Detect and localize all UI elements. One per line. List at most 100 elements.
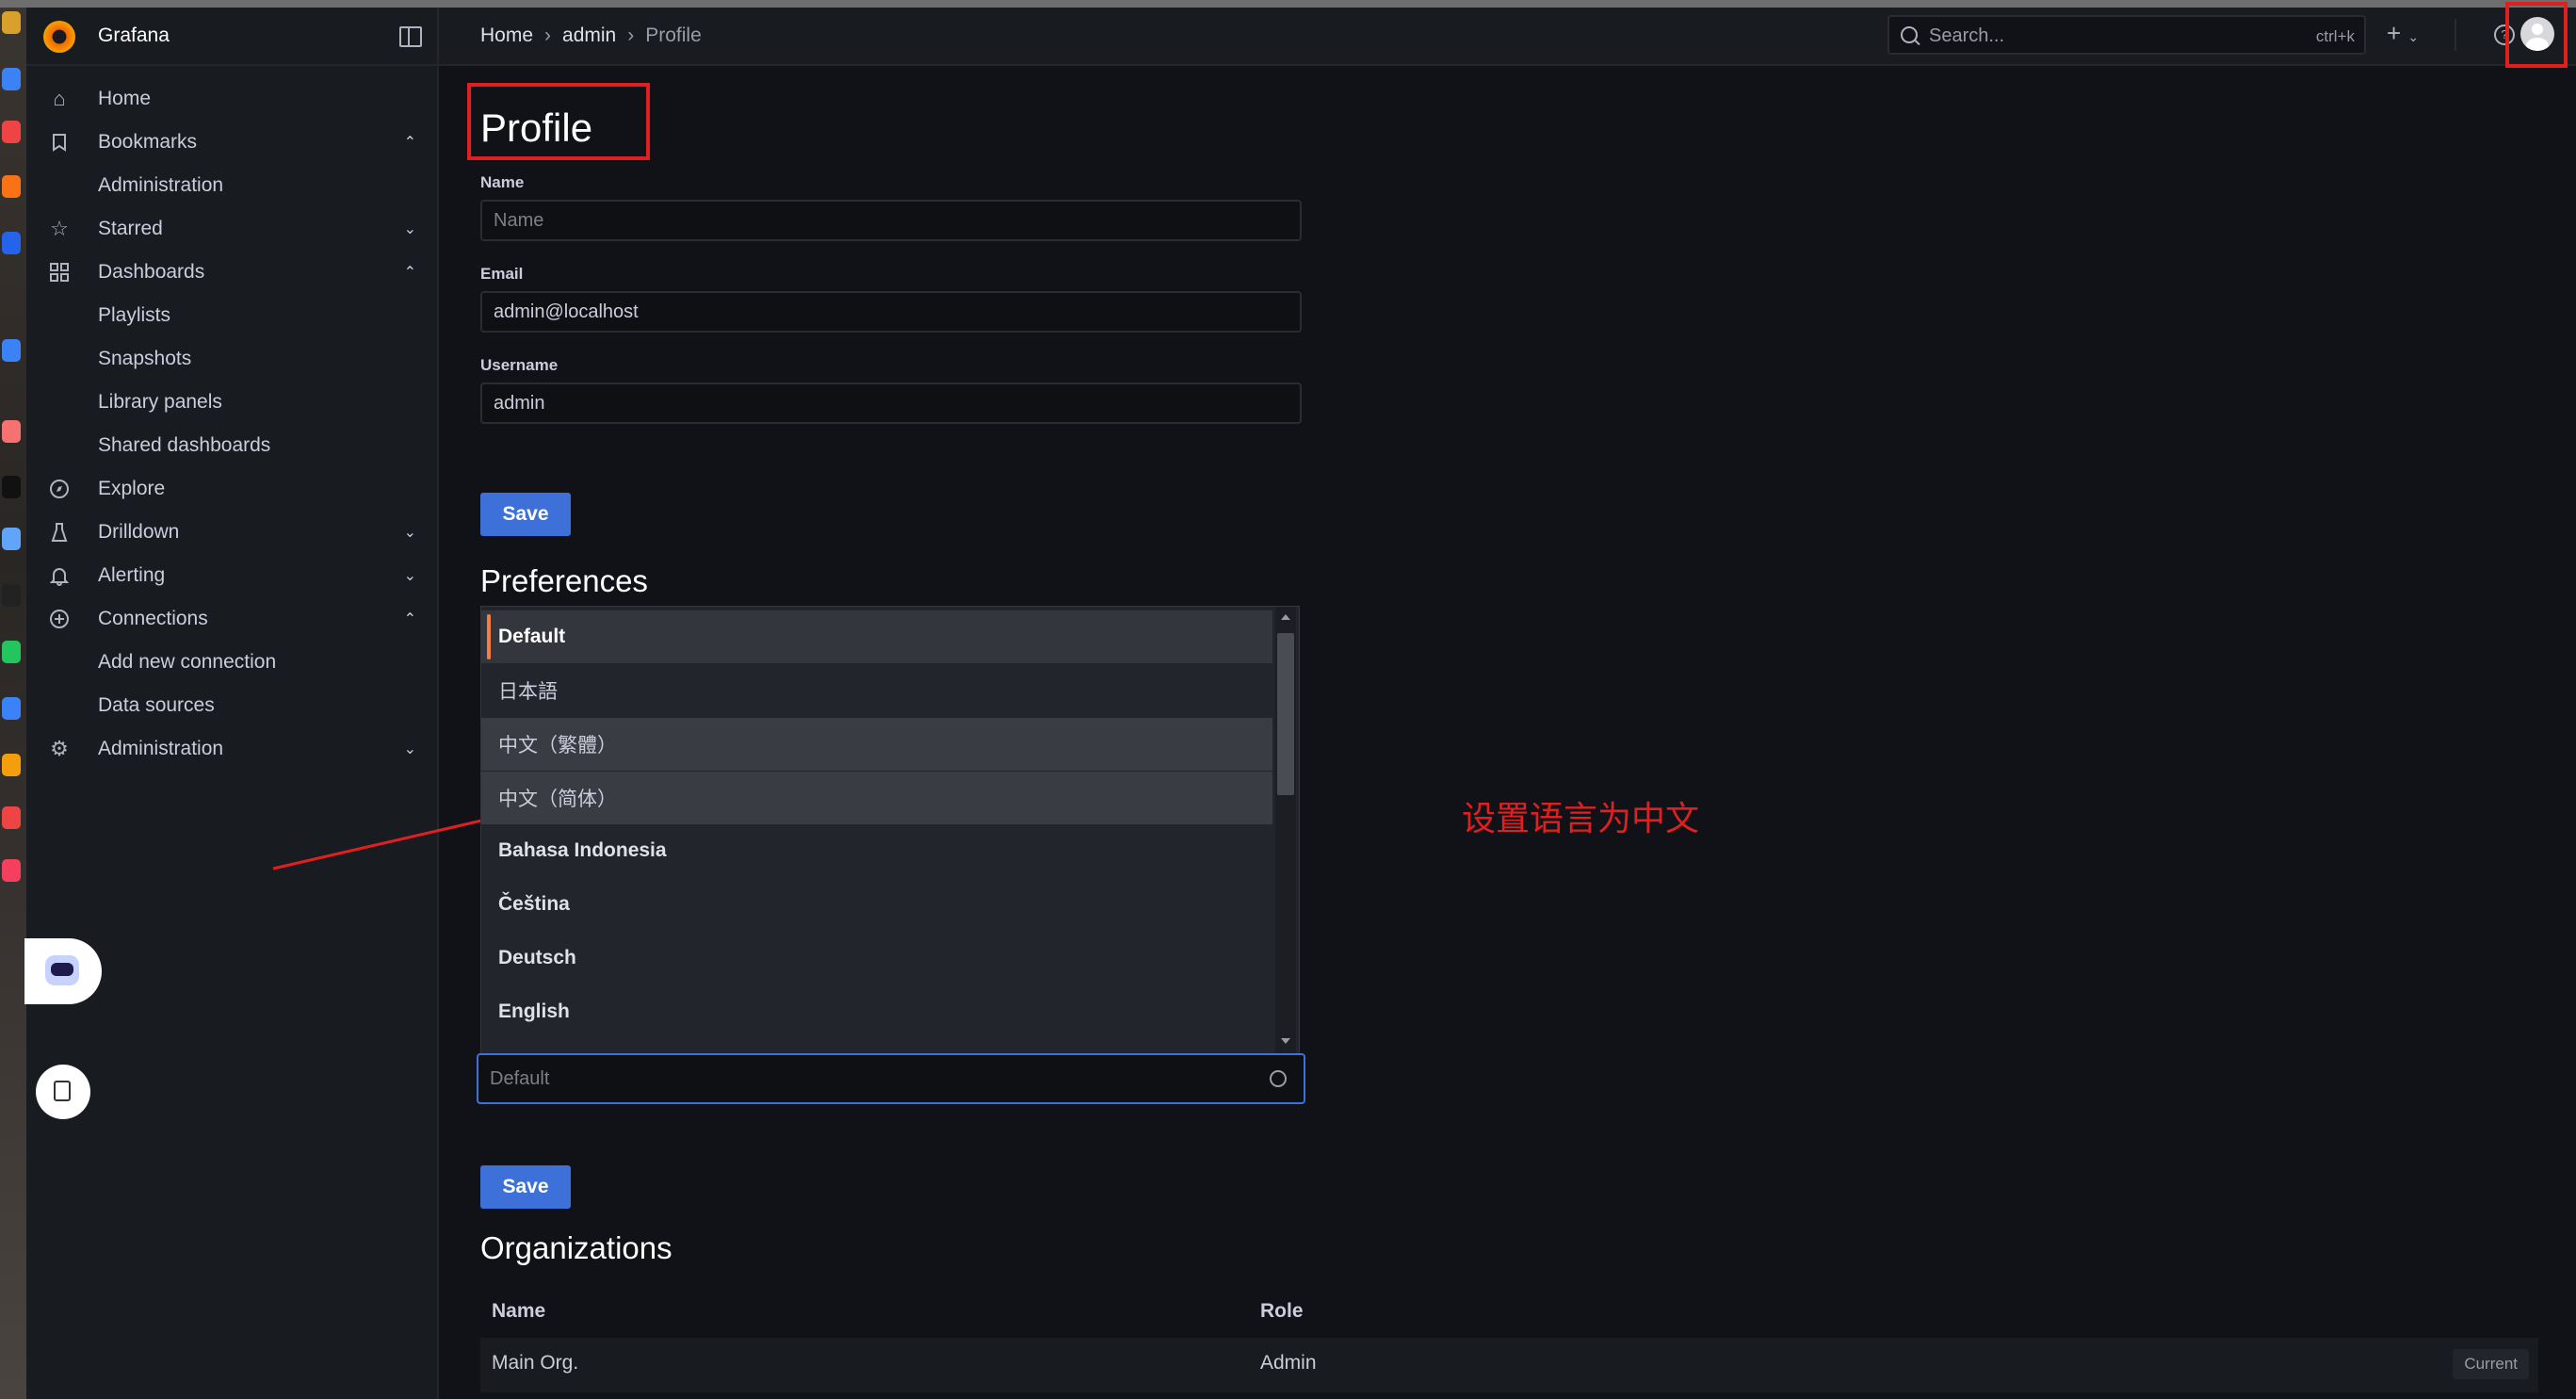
dock-app-icon[interactable] xyxy=(2,584,21,607)
save-profile-button[interactable]: Save xyxy=(480,493,571,536)
preferences-title: Preferences xyxy=(480,563,648,598)
sidebar-item-label: Data sources xyxy=(98,694,215,716)
chevron-up-icon[interactable]: ⌃ xyxy=(404,133,416,152)
chevron-up-icon[interactable]: ⌃ xyxy=(404,610,416,628)
breadcrumb: Home › admin › Profile xyxy=(480,24,702,47)
org-name: Main Org. xyxy=(492,1352,579,1374)
sidebar-item-alerting[interactable]: Alerting ⌄ xyxy=(26,554,437,597)
language-option[interactable]: 日本語 xyxy=(481,664,1272,717)
dock-app-icon[interactable] xyxy=(2,175,21,198)
username-input[interactable]: admin xyxy=(480,382,1302,424)
email-label: Email xyxy=(480,265,524,283)
chevron-up-icon[interactable]: ⌃ xyxy=(404,263,416,282)
search-icon xyxy=(1270,1070,1287,1087)
sidebar-item-bookmarks-administration[interactable]: Administration xyxy=(26,164,437,207)
language-option[interactable]: 中文（简体） xyxy=(481,772,1272,824)
language-option[interactable]: Deutsch xyxy=(481,932,1272,984)
notes-button[interactable] xyxy=(36,1065,90,1119)
search-shortcut: ctrl+k xyxy=(2315,27,2355,45)
dock-app-icon[interactable] xyxy=(2,420,21,443)
dock-app-icon[interactable] xyxy=(2,754,21,776)
sidebar-item-label: Snapshots xyxy=(98,348,192,369)
sidebar-item-connections[interactable]: Connections ⌃ xyxy=(26,597,437,641)
sidebar-item-bookmarks[interactable]: Bookmarks ⌃ xyxy=(26,121,437,164)
page-title: Profile xyxy=(480,106,593,150)
search-input[interactable]: Search... xyxy=(1929,25,2004,47)
chevron-down-icon[interactable]: ⌄ xyxy=(404,740,416,758)
breadcrumb-profile: Profile xyxy=(645,24,702,46)
dock-app-icon[interactable] xyxy=(2,121,21,143)
language-option[interactable]: Bahasa Indonesia xyxy=(481,824,1272,877)
chevron-down-icon[interactable]: ⌄ xyxy=(404,566,416,585)
organizations-title: Organizations xyxy=(480,1230,672,1265)
breadcrumb-home[interactable]: Home xyxy=(480,24,533,47)
sidebar-item-add-new-connection[interactable]: Add new connection xyxy=(26,641,437,684)
dock-app-icon[interactable] xyxy=(2,697,21,720)
search-bar[interactable]: Search... ctrl+k xyxy=(1887,15,2366,55)
sidebar-item-data-sources[interactable]: Data sources xyxy=(26,684,437,727)
sidebar-item-label: Administration xyxy=(98,174,224,196)
sidebar: ⌂ Home Bookmarks ⌃ Administration ☆ Star… xyxy=(24,66,439,1399)
sidebar-item-snapshots[interactable]: Snapshots xyxy=(26,337,437,381)
apps-icon xyxy=(47,260,72,285)
chevron-down-icon[interactable]: ⌄ xyxy=(404,220,416,238)
dock-app-icon[interactable] xyxy=(2,641,21,663)
scroll-up-arrow-icon[interactable] xyxy=(1281,614,1290,620)
connections-icon xyxy=(47,607,72,631)
sidebar-item-drilldown[interactable]: Drilldown ⌄ xyxy=(26,511,437,554)
dropdown-scrollbar-thumb[interactable] xyxy=(1277,633,1294,795)
breadcrumb-admin[interactable]: admin xyxy=(562,24,616,47)
sidebar-item-explore[interactable]: Explore xyxy=(26,467,437,511)
dock-app-icon[interactable] xyxy=(2,806,21,829)
sidebar-item-library-panels[interactable]: Library panels xyxy=(26,381,437,424)
sidebar-item-label: Alerting xyxy=(98,564,166,586)
sidebar-item-starred[interactable]: ☆ Starred ⌄ xyxy=(26,207,437,251)
current-badge: Current xyxy=(2453,1349,2529,1379)
sidebar-item-administration[interactable]: ⚙ Administration ⌄ xyxy=(26,727,437,771)
dock-app-icon[interactable] xyxy=(2,859,21,882)
bell-icon xyxy=(47,563,72,588)
home-icon: ⌂ xyxy=(53,87,66,110)
drilldown-icon xyxy=(47,520,72,545)
language-option[interactable]: 中文（繁體） xyxy=(481,718,1272,771)
sidebar-item-label: Playlists xyxy=(98,304,171,326)
sidebar-item-label: Library panels xyxy=(98,391,222,413)
chevron-right-icon: › xyxy=(627,24,635,46)
language-select-input[interactable]: Default xyxy=(477,1053,1305,1104)
user-avatar[interactable] xyxy=(2520,17,2554,51)
sidebar-item-label: Dashboards xyxy=(98,261,205,283)
search-icon-handle xyxy=(1914,39,1920,46)
sidebar-item-label: Explore xyxy=(98,478,166,499)
chevron-down-icon: ⌄ xyxy=(2407,29,2420,44)
assistant-robot-button[interactable] xyxy=(24,938,102,1004)
chevron-right-icon: › xyxy=(544,24,552,46)
dock-menu-icon[interactable] xyxy=(399,26,422,47)
sidebar-item-label: Add new connection xyxy=(98,651,277,673)
dock-app-icon[interactable] xyxy=(2,68,21,90)
chevron-down-icon[interactable]: ⌄ xyxy=(404,523,416,542)
dock-app-icon[interactable] xyxy=(2,11,21,34)
grafana-logo-icon[interactable] xyxy=(43,21,75,53)
email-input[interactable]: admin@localhost xyxy=(480,291,1302,333)
add-menu-button[interactable]: + ⌄ xyxy=(2387,19,2419,48)
sidebar-item-shared-dashboards[interactable]: Shared dashboards xyxy=(26,424,437,467)
divider xyxy=(437,8,439,64)
dock-app-icon[interactable] xyxy=(2,528,21,550)
save-preferences-button[interactable]: Save xyxy=(480,1165,571,1209)
language-option[interactable]: Default xyxy=(481,610,1272,663)
os-dock xyxy=(0,0,26,1399)
sidebar-item-home[interactable]: ⌂ Home xyxy=(26,77,437,121)
sidebar-item-playlists[interactable]: Playlists xyxy=(26,294,437,337)
annotation-text: 设置语言为中文 xyxy=(1462,799,1700,838)
dock-app-icon[interactable] xyxy=(2,339,21,362)
dock-app-icon[interactable] xyxy=(2,476,21,498)
sidebar-item-label: Starred xyxy=(98,218,163,239)
scroll-down-arrow-icon[interactable] xyxy=(1281,1038,1290,1044)
sidebar-item-dashboards[interactable]: Dashboards ⌃ xyxy=(26,251,437,294)
language-option[interactable]: English xyxy=(481,985,1272,1038)
language-dropdown-list[interactable]: Default 日本語 中文（繁體） 中文（简体） Bahasa Indones… xyxy=(480,606,1300,1055)
name-input[interactable]: Name xyxy=(480,200,1302,241)
language-option[interactable]: Čeština xyxy=(481,878,1272,931)
dock-app-icon[interactable] xyxy=(2,232,21,254)
sidebar-item-label: Administration xyxy=(98,738,224,759)
